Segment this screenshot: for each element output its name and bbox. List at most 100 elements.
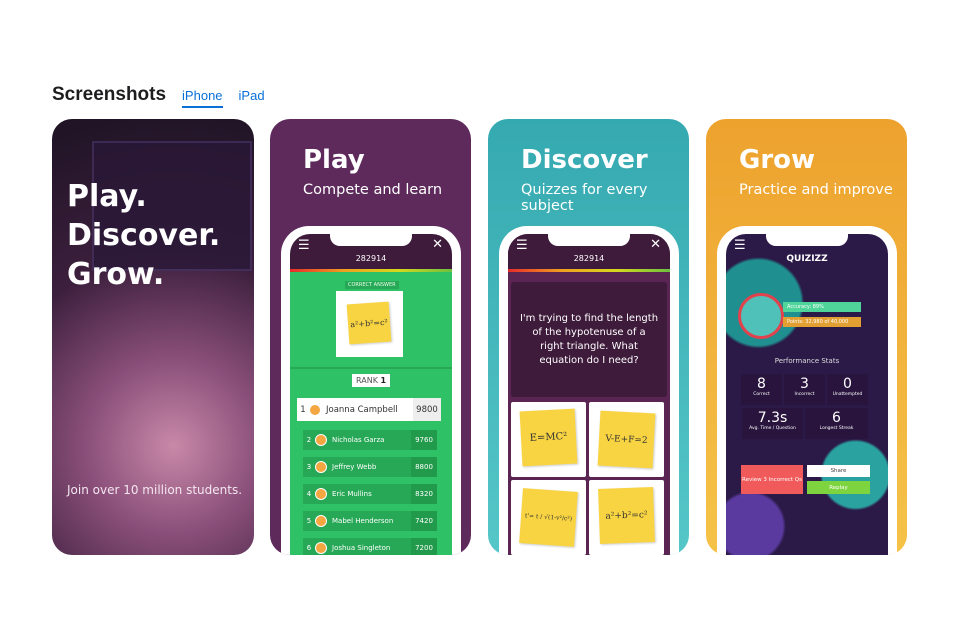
stat-longest-streak: 6 Longest Streak	[805, 408, 868, 439]
text: 5	[306, 517, 312, 525]
review-incorrect-button[interactable]: Review 3 Incorrect Qs	[741, 465, 803, 494]
stat-avg-time: 7.3s Avg. Time / Question	[742, 408, 803, 439]
text: 8320	[411, 484, 437, 504]
text: Joanna Campbell	[326, 404, 398, 415]
divider	[290, 367, 452, 369]
share-button[interactable]: Share	[807, 465, 870, 477]
text: 4	[306, 490, 312, 498]
text: 6	[306, 544, 312, 552]
phone-mockup: ☰ QUIZIZZ Accuracy: 89% Points: 32,980 o…	[717, 226, 897, 555]
avatar	[315, 542, 327, 554]
hamburger-icon: ☰	[298, 238, 310, 253]
text: Correct	[753, 392, 770, 397]
accuracy-bar: Accuracy: 89%	[783, 302, 861, 312]
leaderboard-row: 4 Eric Mullins 8320	[303, 484, 437, 504]
text: 2	[306, 436, 312, 444]
replay-button[interactable]: Replay	[807, 481, 870, 494]
card-subtitle: Practice and improve	[739, 182, 893, 198]
text: Incorrect	[794, 392, 815, 397]
headline-play: Play.	[67, 179, 147, 214]
section-title: Screenshots	[52, 84, 167, 105]
text: Nicholas Garza	[332, 436, 385, 444]
tab-ipad[interactable]: iPad	[239, 88, 265, 106]
quizizz-logo: QUIZIZZ	[786, 254, 828, 264]
game-code: 282914	[573, 254, 605, 263]
rank-value: 1	[380, 376, 387, 385]
screenshot-card-play[interactable]: Play Compete and learn ☰ ✕ 282914 CORRECT …	[270, 119, 471, 555]
avatar	[738, 293, 784, 339]
screenshots-header: Screenshots iPhone iPad	[52, 84, 265, 108]
avatar	[315, 461, 327, 473]
progress-bar	[508, 269, 670, 272]
text: a²+b²=c²	[598, 487, 655, 544]
screenshot-card-1[interactable]: Play. Discover. Grow. Join over 10 milli…	[52, 119, 254, 555]
screenshot-card-discover[interactable]: Discover Quizzes for every subject ☰ ✕ 282…	[488, 119, 689, 555]
text: 7200	[411, 538, 437, 555]
text: Joshua Singleton	[332, 544, 391, 552]
rank-badge: RANK 1	[352, 374, 391, 387]
stat-unattempted: 0 Unattempted	[827, 374, 868, 405]
answer-option-1[interactable]: E=MC²	[511, 402, 586, 477]
headline: Play. Discover. Grow.	[67, 177, 220, 294]
text: 8800	[411, 457, 437, 477]
question-text: I'm trying to find the length of the hyp…	[511, 282, 667, 397]
leaderboard-row: 5 Mabel Henderson 7420	[303, 511, 437, 531]
card-subtitle: Quizzes for every subject	[521, 182, 648, 214]
tab-iphone[interactable]: iPhone	[182, 88, 223, 108]
text: 3	[800, 376, 809, 392]
text: 7420	[411, 511, 437, 531]
stat-incorrect: 3 Incorrect	[784, 374, 825, 405]
phone-notch	[548, 234, 630, 246]
avatar	[315, 488, 327, 500]
text: Jeffrey Webb	[332, 463, 377, 471]
headline-grow: Grow.	[67, 257, 165, 292]
answer-sticky: a²+b²=c²	[346, 301, 392, 345]
leaderboard-row: 3 Jeffrey Webb 8800	[303, 457, 437, 477]
leaderboard-row: 6 Joshua Singleton 7200	[303, 538, 437, 555]
text: Eric Mullins	[332, 490, 372, 498]
answer-card: a²+b²=c²	[336, 291, 403, 357]
text: 1	[300, 404, 306, 415]
text: Unattempted	[832, 392, 863, 397]
text: 9800	[413, 398, 441, 421]
text: V-E+F=2	[597, 410, 656, 469]
phone-mockup: ☰ ✕ 282914 I'm trying to find the length o…	[499, 226, 679, 555]
text: Mabel Henderson	[332, 517, 394, 525]
answer-option-2[interactable]: V-E+F=2	[589, 402, 664, 477]
avatar	[315, 515, 327, 527]
points-bar: Points: 32,980 of 40,000	[783, 317, 861, 327]
answer-option-4[interactable]: a²+b²=c²	[589, 480, 664, 555]
headline-discover: Discover.	[67, 218, 221, 253]
text: 6	[832, 410, 841, 426]
text: 3	[306, 463, 312, 471]
phone-notch	[330, 234, 412, 246]
text: Avg. Time / Question	[749, 426, 796, 431]
text: E=MC²	[519, 408, 578, 467]
stat-correct: 8 Correct	[741, 374, 782, 405]
performance-stats-title: Performance Stats	[774, 357, 840, 365]
caption: Join over 10 million students.	[67, 483, 243, 497]
text: t'= t / √(1-v²/c²)	[519, 488, 578, 547]
text: 0	[843, 376, 852, 392]
text: 7.3s	[757, 410, 788, 426]
screenshot-card-grow[interactable]: Grow Practice and improve ☰ QUIZIZZ Accu…	[706, 119, 907, 555]
card-subtitle: Compete and learn	[303, 182, 443, 198]
phone-notch	[766, 234, 848, 246]
card-title: Play	[303, 145, 365, 175]
text: 8	[757, 376, 766, 392]
close-icon: ✕	[432, 237, 443, 252]
leaderboard-row: 1 Joanna Campbell 9800	[297, 398, 441, 421]
card-title: Discover	[521, 145, 648, 175]
leaderboard-row: 2 Nicholas Garza 9760	[303, 430, 437, 450]
close-icon: ✕	[650, 237, 661, 252]
hamburger-icon: ☰	[734, 238, 746, 253]
game-code: 282914	[355, 254, 387, 263]
answer-option-3[interactable]: t'= t / √(1-v²/c²)	[511, 480, 586, 555]
text: Longest Streak	[819, 426, 854, 431]
phone-mockup: ☰ ✕ 282914 CORRECT ANSWER a²+b²=c² RANK 1 …	[281, 226, 461, 555]
card-title: Grow	[739, 145, 816, 175]
text: 9760	[411, 430, 437, 450]
hamburger-icon: ☰	[516, 238, 528, 253]
avatar	[309, 403, 321, 416]
avatar	[315, 434, 327, 446]
